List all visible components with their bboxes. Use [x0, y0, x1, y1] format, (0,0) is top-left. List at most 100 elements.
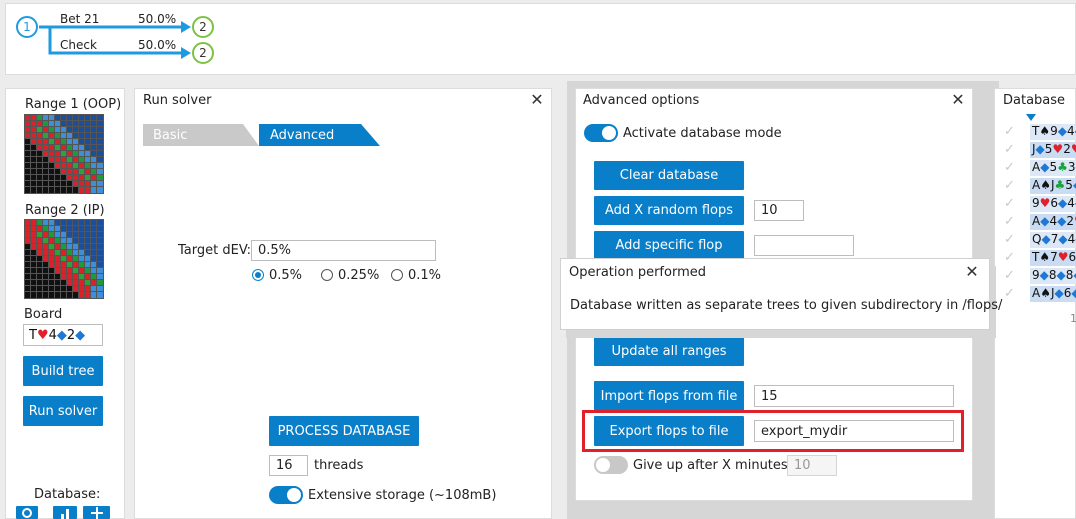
advanced-options-title: Advanced options	[583, 93, 700, 108]
radio-0-1-label: 0.1%	[408, 268, 442, 283]
flop-card-rank: 4	[1067, 196, 1075, 210]
row-check-icon[interactable]: ✓	[1004, 196, 1015, 211]
import-flops-button[interactable]: Import flops from file	[594, 381, 744, 411]
branch-bet-label: Bet 21	[60, 12, 100, 26]
flop-card-suit: ♥	[1039, 196, 1051, 210]
database-row[interactable]: Q◆7◆4◆	[1030, 232, 1076, 248]
row-check-icon[interactable]: ✓	[1004, 250, 1015, 265]
flop-card-suit: ◆	[1035, 142, 1045, 156]
export-flops-input[interactable]: export_mydir	[754, 420, 954, 442]
database-stats-icon[interactable]	[53, 506, 77, 519]
add-specific-flop-button[interactable]: Add specific flop	[594, 231, 744, 260]
tab-advanced[interactable]: Advanced	[270, 128, 334, 143]
run-solver-panel	[134, 88, 552, 519]
radio-0-1[interactable]	[391, 269, 403, 281]
row-check-icon[interactable]: ✓	[1004, 232, 1015, 247]
row-check-icon[interactable]: ✓	[1004, 142, 1015, 157]
board-input[interactable]: T ♥ 4 ◆ 2 ◆	[23, 324, 103, 346]
row-check-icon[interactable]: ✓	[1004, 160, 1015, 175]
tree-root-node[interactable]: 1	[16, 16, 38, 38]
flop-card-rank: A	[1032, 214, 1041, 228]
import-flops-input[interactable]: 15	[754, 385, 954, 407]
flop-card-rank: A	[1032, 160, 1041, 174]
flop-card-rank: 6	[1068, 250, 1076, 264]
flop-card-suit: ♠	[1039, 124, 1051, 138]
clear-database-button[interactable]: Clear database	[594, 161, 744, 190]
flop-card-rank: 9	[1032, 196, 1040, 210]
database-row[interactable]: A◆5♣3◆	[1030, 160, 1076, 176]
flop-card-suit: ♥	[1052, 142, 1064, 156]
tab-basic[interactable]: Basic	[153, 128, 187, 143]
process-database-button[interactable]: PROCESS DATABASE	[269, 416, 419, 446]
range1-label: Range 1 (OOP)	[25, 97, 122, 112]
board-card-rank: 2	[66, 327, 76, 343]
specific-flop-input[interactable]	[754, 235, 854, 256]
activate-database-toggle[interactable]	[584, 124, 618, 142]
board-card-suit: ◆	[75, 327, 86, 343]
radio-0-5[interactable]	[252, 269, 264, 281]
database-row[interactable]: 9♥6◆4◆	[1030, 196, 1076, 212]
database-row[interactable]: T♠9◆4◆	[1030, 124, 1076, 140]
flop-card-suit: ♠	[1040, 286, 1051, 300]
range-cell[interactable]	[96, 186, 104, 194]
database-row[interactable]: A♠J◆6◆	[1030, 286, 1076, 302]
range2-matrix[interactable]	[24, 219, 104, 299]
database-row[interactable]: T♠7♥6♥	[1030, 250, 1076, 266]
flop-card-suit: ♣	[1054, 178, 1066, 192]
target-dev-input[interactable]: 0.5%	[251, 240, 436, 261]
database-add-icon[interactable]	[83, 506, 110, 519]
flop-card-rank: 4	[1049, 214, 1058, 228]
flop-card-rank: 6	[1050, 196, 1059, 210]
database-settings-icon[interactable]	[16, 506, 38, 519]
row-check-icon[interactable]: ✓	[1004, 268, 1015, 283]
row-check-icon[interactable]: ✓	[1004, 124, 1015, 139]
dialog-message: Database written as separate trees to gi…	[570, 298, 1003, 313]
range-cell[interactable]	[96, 291, 104, 299]
run-solver-button[interactable]: Run solver	[23, 396, 103, 426]
flop-card-rank: 9	[1050, 124, 1058, 138]
game-tree-strip: 1 Bet 21 50.0% 2 Check 50.0% 2	[5, 3, 1076, 75]
database-row[interactable]: A◆4◆2♥	[1030, 214, 1076, 230]
flop-card-rank: 5	[1065, 178, 1073, 192]
export-flops-button[interactable]: Export flops to file	[594, 416, 744, 446]
sort-arrow-icon[interactable]	[1026, 114, 1036, 122]
run-solver-close-icon[interactable]: ✕	[529, 92, 545, 108]
threads-input[interactable]: 16	[269, 455, 308, 476]
flop-card-rank: 5	[1049, 160, 1058, 174]
update-all-ranges-button[interactable]: Update all ranges	[594, 336, 744, 366]
flop-card-suit: ◆	[1058, 232, 1068, 246]
range2-label: Range 2 (IP)	[25, 203, 105, 218]
row-check-icon[interactable]: ✓	[1004, 214, 1015, 229]
give-up-toggle[interactable]	[594, 456, 628, 474]
database-row[interactable]: 9◆8◆8◆	[1030, 268, 1076, 284]
board-card-suit: ◆	[56, 327, 67, 343]
give-up-minutes-input[interactable]: 10	[787, 455, 837, 476]
tree-child-node-check[interactable]: 2	[192, 42, 214, 64]
database-title: Database	[1003, 93, 1066, 108]
flop-card-rank: 2	[1066, 214, 1074, 228]
run-solver-title: Run solver	[143, 93, 212, 108]
database-row[interactable]: A♠J♣5◆	[1030, 178, 1076, 194]
dialog-close-icon[interactable]: ✕	[964, 264, 980, 280]
flop-card-suit: ◆	[1041, 232, 1051, 246]
range1-matrix[interactable]	[24, 114, 104, 194]
flop-card-rank: A	[1032, 178, 1041, 192]
radio-0-25[interactable]	[321, 269, 333, 281]
database-row[interactable]: J◆5♥2♥	[1030, 142, 1076, 158]
flop-card-suit: ♥	[1057, 250, 1069, 264]
random-flops-input[interactable]: 10	[754, 200, 804, 221]
flop-card-suit: ◆	[1056, 268, 1066, 282]
branch-check-freq: 50.0%	[138, 38, 177, 52]
target-dev-label: Target dEV:	[178, 243, 252, 258]
row-check-icon[interactable]: ✓	[1004, 178, 1015, 193]
flop-card-rank: 7	[1050, 250, 1058, 264]
add-random-flops-button[interactable]: Add X random flops	[594, 196, 744, 225]
advanced-close-icon[interactable]: ✕	[950, 92, 966, 108]
extensive-storage-toggle[interactable]	[269, 486, 303, 504]
flop-card-suit: ◆	[1058, 196, 1068, 210]
flop-card-rank: 8	[1048, 268, 1057, 282]
branch-bet-freq: 50.0%	[138, 12, 177, 26]
row-check-icon[interactable]: ✓	[1004, 286, 1015, 301]
tree-child-node-bet[interactable]: 2	[192, 16, 214, 38]
build-tree-button[interactable]: Build tree	[23, 356, 103, 386]
